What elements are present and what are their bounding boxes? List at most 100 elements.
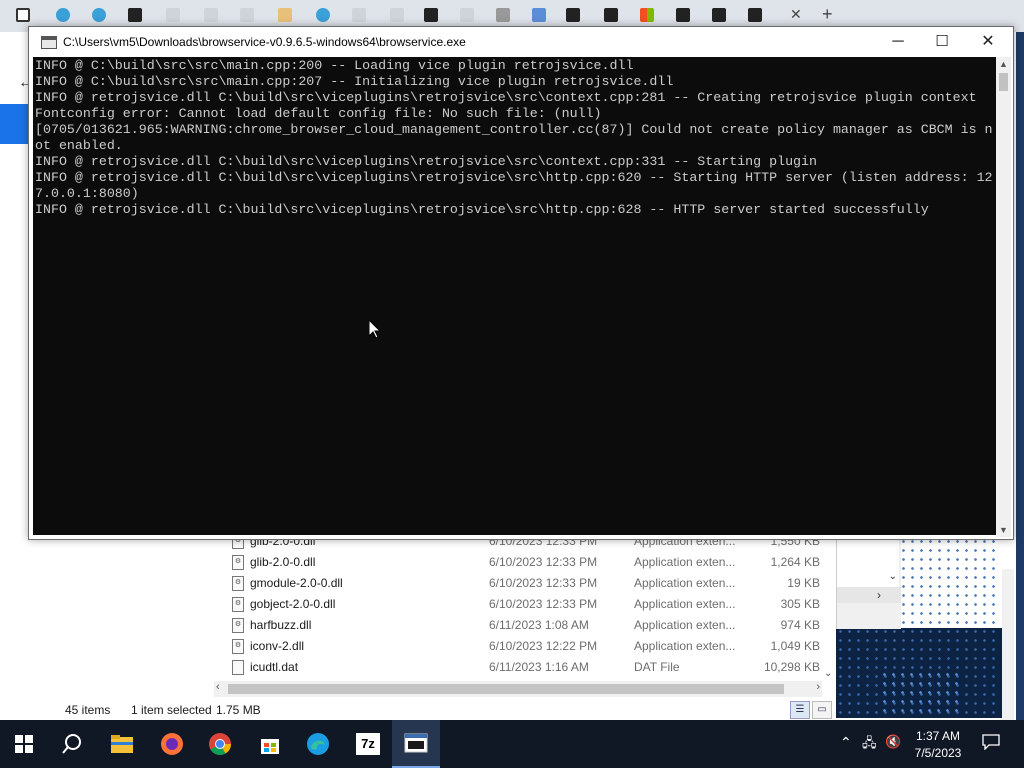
console-line: [0705/013621.965:WARNING:chrome_browser_… [35,122,993,137]
console-line: INFO @ retrojsvice.dll C:\build\src\vice… [35,90,977,105]
volume-muted-icon[interactable]: 🔇 [885,734,901,750]
file-size: 305 KB [780,597,820,611]
chrome-icon[interactable] [196,720,244,768]
firefox-icon[interactable] [148,720,196,768]
console-line: INFO @ retrojsvice.dll C:\build\src\vice… [35,170,993,185]
console-window: C:\Users\vm5\Downloads\browservice-v0.9.… [28,26,1014,540]
page-tab-icon[interactable] [278,8,292,22]
tab-actions-icon[interactable] [16,8,30,22]
network-icon[interactable]: 🖧 [862,734,877,756]
file-row[interactable]: ⚙ harfbuzz.dll 6/11/2023 1:08 AM Applica… [52,615,836,636]
file-type: Application exten... [634,576,736,590]
file-list-horizontal-scrollbar[interactable]: ‹ › [214,681,822,697]
console-line: Fontconfig error: Cannot load default co… [35,106,602,121]
console-scrollbar[interactable]: ▲ ▼ [996,57,1011,537]
scrollbar-thumb[interactable] [228,684,784,694]
file-type: Application exten... [634,639,736,653]
dll-file-icon: ⚙ [232,618,244,633]
file-row[interactable]: ⚙ glib-2.0-0.dll 6/10/2023 12:33 PM Appl… [52,552,836,573]
edge-icon[interactable] [294,720,342,768]
scroll-down-icon[interactable]: ▼ [999,525,1008,535]
scroll-up-icon[interactable]: ▲ [999,59,1008,69]
file-date: 6/10/2023 12:33 PM [489,576,598,590]
file-name: icudtl.dat [250,660,299,674]
console-line: 7.0.0.1:8080) [35,186,139,201]
console-output[interactable]: INFO @ C:\build\src\src\main.cpp:200 -- … [33,57,996,535]
large-icons-view-icon[interactable]: ▭ [812,701,832,719]
search-icon[interactable] [48,720,96,768]
edge-tab-icon[interactable] [56,8,70,22]
notification-icon[interactable] [982,734,1000,753]
page-tab-icon[interactable] [566,8,580,22]
store-icon[interactable] [246,720,294,768]
tab-close-icon[interactable]: ✕ [790,6,802,23]
new-tab-icon[interactable]: + [822,4,833,25]
wikipedia-tab-icon[interactable] [496,8,510,22]
file-explorer-icon[interactable] [98,720,146,768]
file-row[interactable]: icudtl.dat 6/11/2023 1:16 AM DAT File 10… [52,657,836,678]
page-tab-icon[interactable] [676,8,690,22]
taskbar-clock[interactable]: 1:37 AM 7/5/2023 [906,728,970,762]
window-title: C:\Users\vm5\Downloads\browservice-v0.9.… [63,35,466,49]
file-row[interactable]: ⚙ iconv-2.dll 6/10/2023 12:22 PM Applica… [52,636,836,657]
file-size: 1,049 KB [770,639,820,653]
scroll-down-icon[interactable]: ⌄ [824,668,832,679]
search-tab-icon[interactable] [532,8,546,22]
file-type: Application exten... [634,555,736,569]
file-date: 6/10/2023 12:22 PM [489,639,598,653]
scroll-right-icon[interactable]: › [877,588,881,602]
file-date: 6/11/2023 1:08 AM [489,618,589,632]
background-window-fragment: ⌄ › [836,537,901,629]
search-tab-icon[interactable] [352,8,366,22]
chevron-down-icon[interactable]: ⌄ [889,571,897,582]
page-tab-icon[interactable] [204,8,218,22]
edge-tab-icon[interactable] [316,8,330,22]
microsoft-tab-icon[interactable] [640,8,654,22]
file-row[interactable]: ⚙ gmodule-2.0-0.dll 6/10/2023 12:33 PM A… [52,573,836,594]
seven-zip-label: 7z [356,733,380,755]
page-tab-icon[interactable] [712,8,726,22]
dll-file-icon: ⚙ [232,597,244,612]
edge-tab-icon[interactable] [92,8,106,22]
minimize-button[interactable]: ─ [883,31,913,53]
search-tab-icon[interactable] [240,8,254,22]
file-size: 19 KB [787,576,820,590]
file-name: glib-2.0-0.dll [250,555,316,569]
console-app-icon[interactable] [392,720,440,768]
page-tab-icon[interactable] [128,8,142,22]
selection-size: 1.75 MB [216,703,261,717]
file-size: 10,298 KB [763,660,820,674]
windows-start-icon[interactable] [0,720,48,768]
page-tab-icon[interactable] [604,8,618,22]
dll-file-icon: ⚙ [232,576,244,591]
file-name: gobject-2.0-0.dll [250,597,336,611]
file-explorer-window: ⚙ glib-2.0-0.dll 6/10/2023 12:33 PM Appl… [52,534,836,720]
file-list-vertical-scrollbar[interactable]: ⌄ [822,537,836,681]
desktop-wallpaper-dots [880,670,960,718]
mouse-cursor-icon [369,320,381,339]
console-titlebar[interactable]: C:\Users\vm5\Downloads\browservice-v0.9.… [29,27,1013,57]
file-type: Application exten... [634,618,736,632]
details-view-icon[interactable]: ☰ [790,701,810,719]
chevron-up-icon[interactable]: ⌃ [840,734,852,751]
file-date: 6/10/2023 12:33 PM [489,597,598,611]
close-button[interactable]: ✕ [973,31,1003,53]
page-tab-icon[interactable] [390,8,404,22]
horizontal-scrollbar[interactable] [837,587,901,603]
scroll-right-icon[interactable]: › [816,681,820,693]
scroll-left-icon[interactable]: ‹ [216,681,220,693]
file-name: gmodule-2.0-0.dll [250,576,343,590]
scrollbar-thumb[interactable] [999,73,1008,91]
maximize-button[interactable]: ☐ [927,31,957,53]
page-tab-icon[interactable] [424,8,438,22]
console-line: INFO @ retrojsvice.dll C:\build\src\vice… [35,202,929,217]
file-type: DAT File [634,660,680,674]
page-tab-icon[interactable] [748,8,762,22]
search-tab-icon[interactable] [166,8,180,22]
file-name: iconv-2.dll [250,639,305,653]
console-line: INFO @ C:\build\src\src\main.cpp:207 -- … [35,74,674,89]
search-tab-icon[interactable] [460,8,474,22]
dll-file-icon: ⚙ [232,555,244,570]
seven-zip-icon[interactable]: 7z [344,720,392,768]
file-row[interactable]: ⚙ gobject-2.0-0.dll 6/10/2023 12:33 PM A… [52,594,836,615]
